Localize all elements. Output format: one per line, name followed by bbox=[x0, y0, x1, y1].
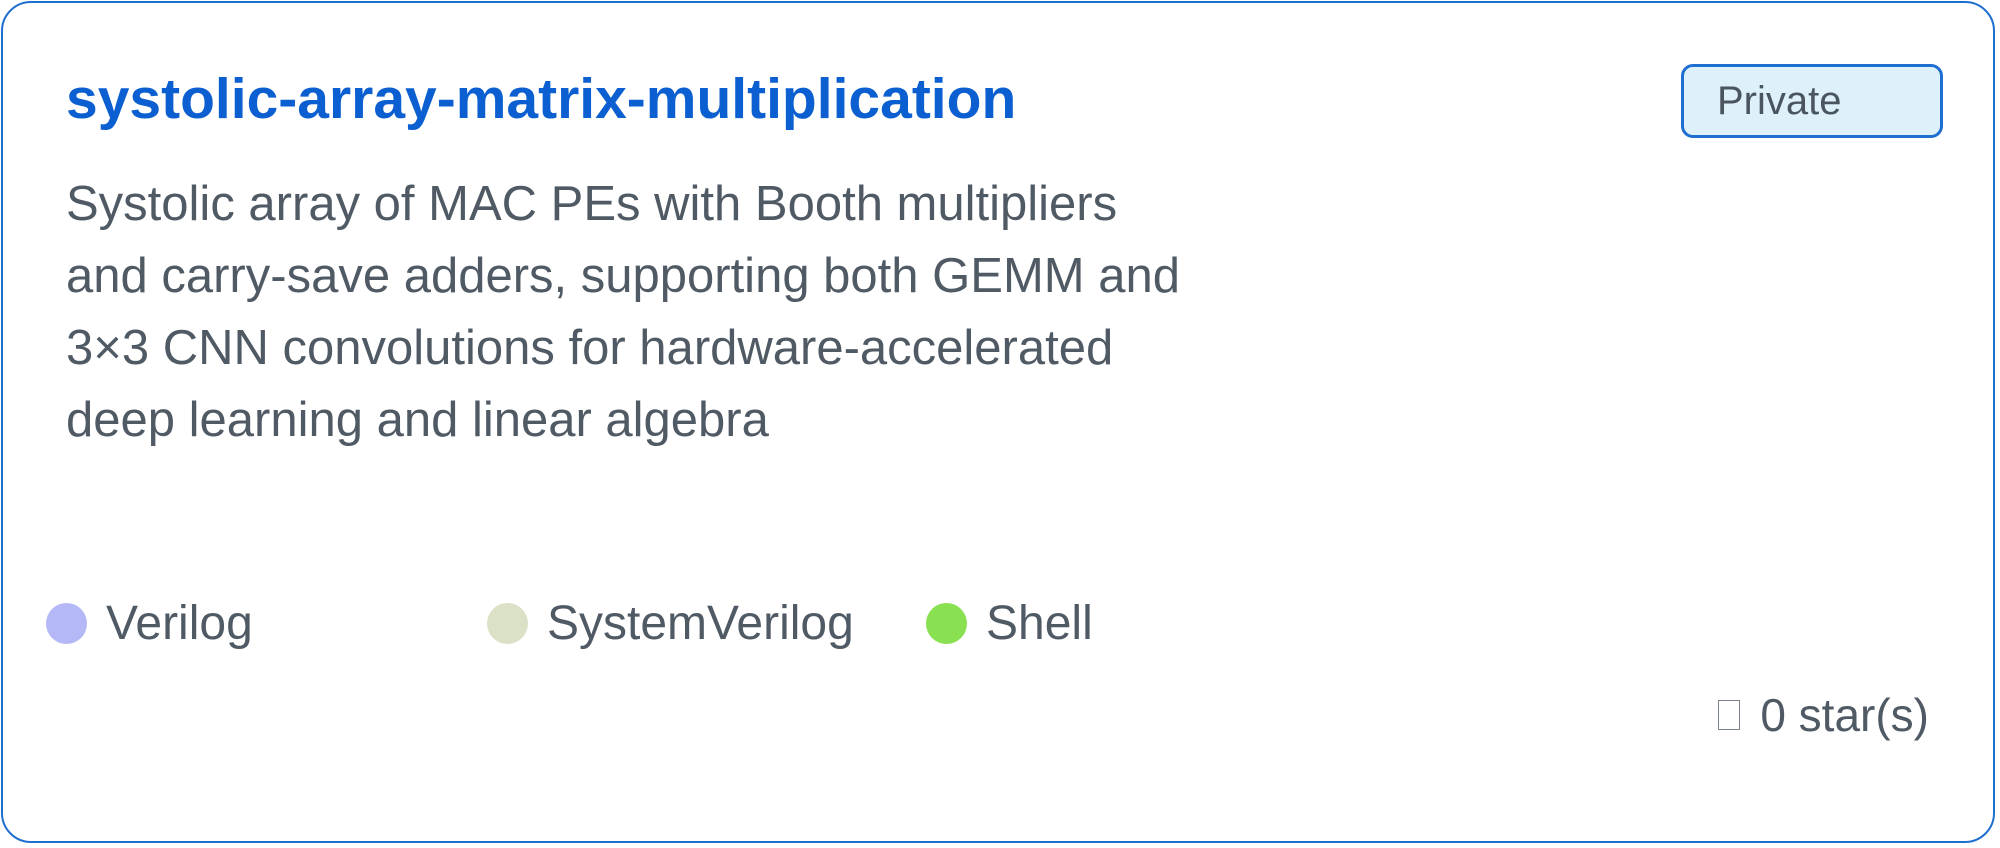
visibility-badge: Private bbox=[1681, 64, 1943, 138]
star-count[interactable]: 0 star(s) bbox=[1718, 680, 1929, 750]
language-name: Shell bbox=[986, 596, 1093, 650]
repo-description: Systolic array of MAC PEs with Booth mul… bbox=[66, 177, 1180, 447]
language-color-dot bbox=[487, 602, 528, 644]
language-color-dot bbox=[926, 602, 967, 644]
repo-card[interactable]: systolic-array-matrix-multiplication Pri… bbox=[1, 1, 1995, 843]
language-item-systemverilog: SystemVerilog bbox=[487, 588, 854, 658]
language-list: Verilog SystemVerilog Shell bbox=[3, 588, 1203, 658]
language-color-dot bbox=[46, 602, 87, 644]
star-icon bbox=[1718, 700, 1741, 730]
language-item-shell: Shell bbox=[926, 588, 1093, 658]
language-item-verilog: Verilog bbox=[46, 588, 253, 658]
language-name: Verilog bbox=[106, 596, 253, 650]
star-count-label: 0 star(s) bbox=[1760, 689, 1929, 741]
repo-name-link[interactable]: systolic-array-matrix-multiplication bbox=[66, 65, 1016, 133]
language-name: SystemVerilog bbox=[547, 596, 854, 650]
